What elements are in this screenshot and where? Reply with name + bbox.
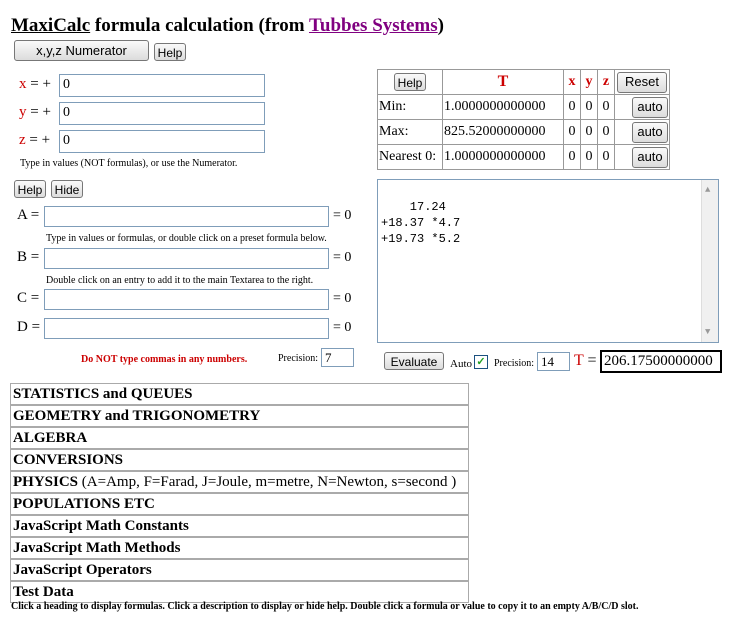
category-test-data[interactable]: Test Data xyxy=(10,581,469,603)
category-js-math-constants[interactable]: JavaScript Math Constants xyxy=(10,515,469,537)
t-header: T xyxy=(442,69,564,95)
tubbes-systems-link[interactable]: Tubbes Systems xyxy=(309,15,438,36)
z-label: z = + xyxy=(19,132,51,148)
main-text: 17.24 +18.37 *4.7 +19.73 *5.2 xyxy=(381,200,461,246)
nearest-label: Nearest 0: xyxy=(377,144,443,170)
xyz-numerator-button[interactable]: x,y,z Numerator xyxy=(14,40,149,61)
t-result-value: 206.17500000000 xyxy=(600,350,722,373)
category-geometry[interactable]: GEOMETRY and TRIGONOMETRY xyxy=(10,405,469,427)
category-list: STATISTICS and QUEUES GEOMETRY and TRIGO… xyxy=(10,383,469,603)
auto-label: Auto xyxy=(450,358,472,370)
page-title: MaxiCalc formula calculation (from Tubbe… xyxy=(11,15,444,37)
scroll-down-icon[interactable]: ▼ xyxy=(705,324,710,340)
textarea-scrollbar[interactable]: ▲ ▼ xyxy=(701,180,718,342)
x-header: x xyxy=(563,69,581,95)
app-name: MaxiCalc xyxy=(11,15,91,36)
b-result: = 0 xyxy=(333,250,352,265)
y-header: y xyxy=(580,69,598,95)
category-populations[interactable]: POPULATIONS ETC xyxy=(10,493,469,515)
abcd-note-2: Double click on an entry to add it to th… xyxy=(46,275,314,286)
d-label: D = xyxy=(17,319,41,335)
auto-checkbox[interactable]: ✓ xyxy=(474,355,488,369)
footer-instructions: Click a heading to display formulas. Cli… xyxy=(11,601,639,612)
table-row: Max: 825.52000000000 0 0 0 auto xyxy=(377,119,670,145)
scroll-up-icon[interactable]: ▲ xyxy=(705,182,710,198)
nearest-auto-button[interactable]: auto xyxy=(632,146,668,168)
category-statistics[interactable]: STATISTICS and QUEUES xyxy=(10,383,469,405)
reset-button[interactable]: Reset xyxy=(617,71,667,93)
abcd-note-1: Type in values or formulas, or double cl… xyxy=(46,233,327,244)
y-label: y = + xyxy=(19,104,51,120)
category-conversions[interactable]: CONVERSIONS xyxy=(10,449,469,471)
z-header: z xyxy=(597,69,615,95)
abcd-help-button[interactable]: Help xyxy=(14,180,46,198)
nearest-value: 1.0000000000000 xyxy=(442,144,564,170)
a-label: A = xyxy=(17,207,40,223)
category-js-math-methods[interactable]: JavaScript Math Methods xyxy=(10,537,469,559)
range-table: Help T x y z Reset Min: 1.0000000000000 … xyxy=(377,69,670,170)
max-auto-button[interactable]: auto xyxy=(632,121,668,143)
category-physics[interactable]: PHYSICS (A=Amp, F=Farad, J=Joule, m=metr… xyxy=(10,471,469,493)
a-input[interactable] xyxy=(44,206,329,227)
b-label: B = xyxy=(17,249,40,265)
main-textarea[interactable]: 17.24 +18.37 *4.7 +19.73 *5.2 ▲ ▼ xyxy=(377,179,719,343)
hide-button[interactable]: Hide xyxy=(51,180,83,198)
title-text: formula calculation (from xyxy=(90,15,309,36)
c-result: = 0 xyxy=(333,291,352,306)
min-label: Min: xyxy=(377,94,443,120)
title-end: ) xyxy=(437,15,444,36)
xyz-help-button[interactable]: Help xyxy=(154,43,186,61)
b-input[interactable] xyxy=(44,248,329,269)
x-input[interactable]: 0 xyxy=(59,74,265,97)
c-label: C = xyxy=(17,290,40,306)
table-row: Nearest 0: 1.0000000000000 0 0 0 auto xyxy=(377,144,670,170)
commas-warning: Do NOT type commas in any numbers. xyxy=(81,354,248,365)
evaluate-precision-label: Precision: xyxy=(494,358,534,369)
d-result: = 0 xyxy=(333,320,352,335)
evaluate-precision-input[interactable]: 14 xyxy=(537,352,570,371)
z-input[interactable]: 0 xyxy=(59,130,265,153)
a-result: = 0 xyxy=(333,208,352,223)
category-algebra[interactable]: ALGEBRA xyxy=(10,427,469,449)
xyz-note: Type in values (NOT formulas), or use th… xyxy=(20,158,238,169)
max-label: Max: xyxy=(377,119,443,145)
category-js-operators[interactable]: JavaScript Operators xyxy=(10,559,469,581)
abcd-precision-input[interactable]: 7 xyxy=(321,348,354,367)
evaluate-button[interactable]: Evaluate xyxy=(384,352,444,370)
c-input[interactable] xyxy=(44,289,329,310)
t-result-label: T = xyxy=(574,352,597,369)
abcd-precision-label: Precision: xyxy=(278,353,318,364)
min-auto-button[interactable]: auto xyxy=(632,96,668,118)
d-input[interactable] xyxy=(44,318,329,339)
min-value: 1.0000000000000 xyxy=(442,94,564,120)
table-row: Min: 1.0000000000000 0 0 0 auto xyxy=(377,94,670,120)
range-help-button[interactable]: Help xyxy=(394,72,426,91)
y-input[interactable]: 0 xyxy=(59,102,265,125)
x-label: x = + xyxy=(19,76,51,92)
max-value: 825.52000000000 xyxy=(442,119,564,145)
